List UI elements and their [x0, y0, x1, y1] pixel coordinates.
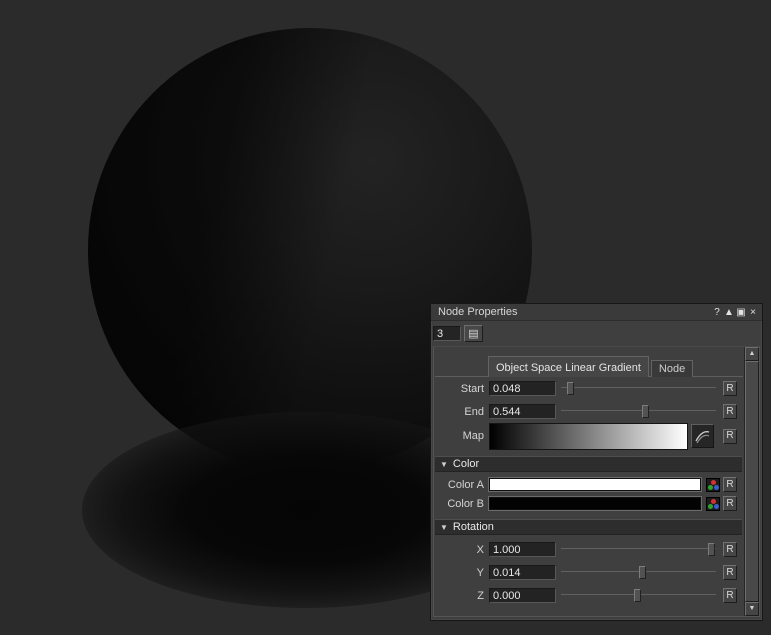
scroll-up-button[interactable]: ▲ [745, 347, 759, 361]
rotation-x-reset-button[interactable]: R [723, 542, 737, 557]
index-options-button[interactable]: ▤ [464, 325, 483, 342]
form-icon: ▤ [468, 328, 478, 340]
gradient-edit-button[interactable] [691, 424, 714, 448]
section-label: Color [453, 458, 479, 470]
scrollbar[interactable]: ▲ ▼ [744, 347, 759, 616]
color-a-row: Color A R [436, 476, 737, 493]
start-slider[interactable] [561, 381, 716, 396]
rotation-y-label: Y [436, 567, 489, 579]
tab-object-space-linear-gradient[interactable]: Object Space Linear Gradient [488, 356, 649, 377]
color-b-row: Color B R [436, 495, 737, 512]
slider-track [561, 410, 716, 411]
rotation-z-input[interactable] [489, 588, 556, 603]
tab-label: Node [659, 363, 685, 375]
slider-handle[interactable] [634, 589, 641, 602]
start-row: Start R [436, 380, 737, 397]
rotation-x-label: X [436, 544, 489, 556]
rotation-z-row: Z R [436, 587, 737, 604]
node-index-input[interactable] [433, 326, 461, 341]
scrollbar-thumb[interactable] [745, 361, 759, 602]
node-properties-panel: Node Properties ? ▲ ▣ × ▤ Object Space L… [430, 303, 763, 621]
properties-scroll-area: Object Space Linear Gradient Node Start … [433, 346, 760, 617]
end-input[interactable] [489, 404, 556, 419]
color-b-reset-button[interactable]: R [723, 496, 737, 511]
slider-track [561, 548, 716, 549]
end-row: End R [436, 403, 737, 420]
map-reset-button[interactable]: R [723, 429, 737, 444]
rotation-section-header[interactable]: ▼ Rotation [435, 519, 742, 535]
tab-node[interactable]: Node [651, 360, 693, 377]
section-label: Rotation [453, 521, 494, 533]
color-a-reset-button[interactable]: R [723, 477, 737, 492]
rotation-y-row: Y R [436, 564, 737, 581]
section-collapse-icon: ▼ [440, 460, 448, 469]
start-input[interactable] [489, 381, 556, 396]
tab-bar: Object Space Linear Gradient Node [488, 356, 693, 377]
rotation-x-slider[interactable] [561, 542, 716, 557]
map-label: Map [436, 430, 489, 442]
rotation-y-reset-button[interactable]: R [723, 565, 737, 580]
slider-handle[interactable] [567, 382, 574, 395]
panel-title: Node Properties [434, 306, 711, 318]
slider-handle[interactable] [708, 543, 715, 556]
rotation-z-slider[interactable] [561, 588, 716, 603]
color-b-swatch[interactable] [489, 497, 701, 510]
color-a-label: Color A [436, 479, 489, 491]
node-index-bar: ▤ [432, 323, 483, 344]
color-a-swatch[interactable] [489, 478, 701, 491]
rotation-x-input[interactable] [489, 542, 556, 557]
end-label: End [436, 406, 489, 418]
scroll-down-button[interactable]: ▼ [745, 602, 759, 616]
rotation-z-reset-button[interactable]: R [723, 588, 737, 603]
slider-handle[interactable] [639, 566, 646, 579]
panel-titlebar[interactable]: Node Properties ? ▲ ▣ × [431, 304, 762, 321]
color-b-label: Color B [436, 498, 489, 510]
section-collapse-icon: ▼ [440, 523, 448, 532]
close-icon[interactable]: × [747, 307, 759, 318]
rotation-z-label: Z [436, 590, 489, 602]
gradient-map-preview[interactable] [489, 423, 688, 450]
tab-label: Object Space Linear Gradient [496, 362, 641, 374]
map-row: Map R [436, 422, 737, 450]
collapse-icon[interactable]: ▲ [723, 307, 735, 318]
end-reset-button[interactable]: R [723, 404, 737, 419]
slider-track [561, 387, 716, 388]
color-section-header[interactable]: ▼ Color [435, 456, 742, 472]
color-b-picker-button[interactable] [706, 497, 720, 511]
rotation-x-row: X R [436, 541, 737, 558]
gradient-edit-icon [693, 426, 712, 446]
rotation-y-slider[interactable] [561, 565, 716, 580]
start-label: Start [436, 383, 489, 395]
color-a-picker-button[interactable] [706, 478, 720, 492]
slider-handle[interactable] [642, 405, 649, 418]
start-reset-button[interactable]: R [723, 381, 737, 396]
restore-icon[interactable]: ▣ [735, 307, 747, 318]
end-slider[interactable] [561, 404, 716, 419]
rotation-y-input[interactable] [489, 565, 556, 580]
help-icon[interactable]: ? [711, 307, 723, 318]
